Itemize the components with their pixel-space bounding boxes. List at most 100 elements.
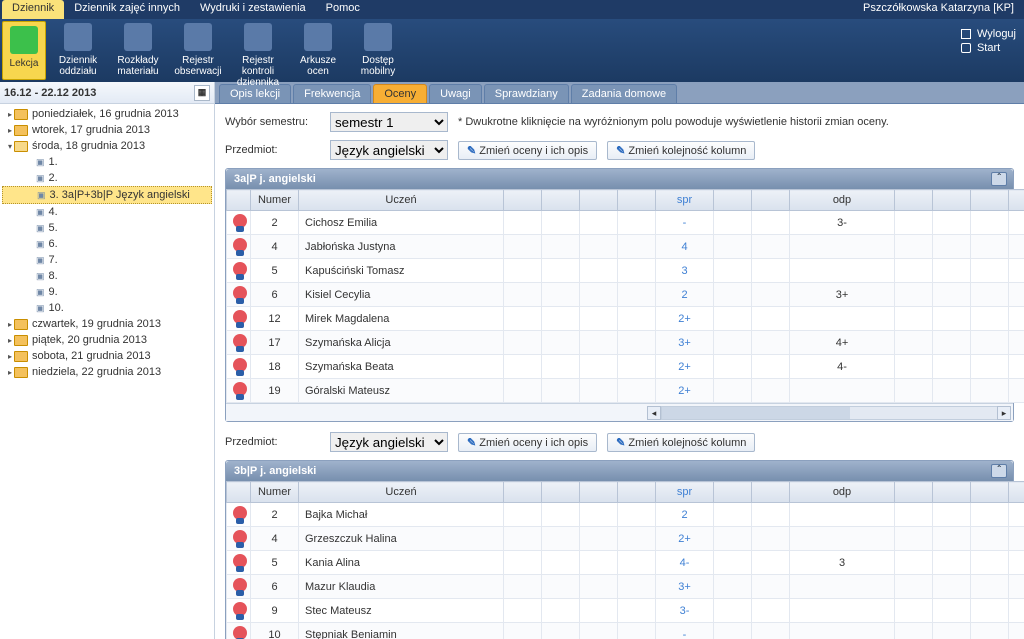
collapse-a-button[interactable]: ˆ bbox=[991, 172, 1007, 186]
grade-row[interactable]: 2Bajka Michał22 bbox=[227, 503, 1024, 527]
menu-pomoc[interactable]: Pomoc bbox=[316, 0, 370, 19]
col-header[interactable] bbox=[1009, 482, 1024, 503]
tab-sprawdziany[interactable]: Sprawdziany bbox=[484, 84, 569, 103]
col-header[interactable] bbox=[933, 482, 971, 503]
ribbon-dziennik-oddziału[interactable]: Dziennikoddziału bbox=[48, 19, 108, 82]
logout-link[interactable]: Wyloguj bbox=[961, 27, 1016, 41]
grade-row[interactable]: 5Kania Alina4-33.38 bbox=[227, 551, 1024, 575]
menu-wydruki-i-zestawienia[interactable]: Wydruki i zestawienia bbox=[190, 0, 316, 19]
tree-day[interactable]: poniedziałek, 16 grudnia 2013 bbox=[2, 106, 212, 122]
col-header[interactable]: Uczeń bbox=[299, 482, 504, 503]
subject-select-b[interactable]: Język angielski bbox=[330, 432, 448, 452]
col-header[interactable] bbox=[542, 190, 580, 211]
col-header[interactable]: Numer bbox=[251, 190, 299, 211]
class-a-grid: NumerUczeńsprodpŚrednia 2Cichosz Emilia-… bbox=[226, 189, 1024, 403]
col-header[interactable] bbox=[618, 482, 656, 503]
semester-label: Wybór semestru: bbox=[225, 116, 320, 128]
col-header[interactable] bbox=[971, 482, 1009, 503]
col-header[interactable] bbox=[933, 190, 971, 211]
grade-row[interactable]: 6Mazur Klaudia3+3.25 bbox=[227, 575, 1024, 599]
col-header[interactable]: spr bbox=[656, 482, 714, 503]
tree-lesson[interactable]: 7. bbox=[2, 252, 212, 268]
grade-row[interactable]: 6Kisiel Cecylia23+2.63 bbox=[227, 283, 1024, 307]
col-header[interactable] bbox=[895, 482, 933, 503]
tab-oceny[interactable]: Oceny bbox=[373, 84, 427, 103]
tab-zadania-domowe[interactable]: Zadania domowe bbox=[571, 84, 677, 103]
collapse-b-button[interactable]: ˆ bbox=[991, 464, 1007, 478]
ribbon-rejestr-obserwacji[interactable]: Rejestrobserwacji bbox=[168, 19, 228, 82]
col-header[interactable] bbox=[227, 190, 251, 211]
col-header[interactable] bbox=[895, 190, 933, 211]
tree-lesson[interactable]: 8. bbox=[2, 268, 212, 284]
grade-row[interactable]: 19Góralski Mateusz2+2.25 bbox=[227, 379, 1024, 403]
grade-row[interactable]: 10Stępniak Beniamin--0.25 bbox=[227, 623, 1024, 639]
col-header[interactable] bbox=[714, 482, 752, 503]
lesson-tabbar: Opis lekcjiFrekwencjaOcenyUwagiSprawdzia… bbox=[215, 82, 1024, 104]
grade-row[interactable]: 18Szymańska Beata2+4-3 bbox=[227, 355, 1024, 379]
col-header[interactable]: odp bbox=[790, 190, 895, 211]
tree-lesson[interactable]: 6. bbox=[2, 236, 212, 252]
ribbon-rejestr-kontroli-dziennika[interactable]: Rejestrkontroli dziennika bbox=[228, 19, 288, 82]
col-header[interactable] bbox=[752, 482, 790, 503]
day-tree: poniedziałek, 16 grudnia 2013wtorek, 17 … bbox=[0, 104, 214, 639]
student-icon bbox=[233, 262, 247, 276]
ribbon-rozkłady-materiału[interactable]: Rozkładymateriału bbox=[108, 19, 168, 82]
semester-select[interactable]: semestr 1 bbox=[330, 112, 448, 132]
col-header[interactable] bbox=[504, 190, 542, 211]
reorder-cols-button-b[interactable]: Zmień kolejność kolumn bbox=[607, 433, 755, 452]
col-header[interactable]: odp bbox=[790, 482, 895, 503]
student-icon bbox=[233, 554, 247, 568]
col-header[interactable]: spr bbox=[656, 190, 714, 211]
class-a-hscroll[interactable]: ◂▸ bbox=[226, 403, 1013, 421]
student-icon bbox=[233, 626, 247, 639]
grade-row[interactable]: 4Jabłońska Justyna44 bbox=[227, 235, 1024, 259]
tree-day[interactable]: środa, 18 grudnia 2013 bbox=[2, 138, 212, 154]
ribbon-lekcja[interactable]: Lekcja bbox=[2, 21, 46, 80]
grade-row[interactable]: 4Grzeszczuk Halina2+2.25 bbox=[227, 527, 1024, 551]
tab-frekwencja[interactable]: Frekwencja bbox=[293, 84, 371, 103]
start-link[interactable]: Start bbox=[961, 41, 1016, 55]
edit-grades-button-a[interactable]: Zmień oceny i ich opis bbox=[458, 141, 597, 160]
tree-day[interactable]: wtorek, 17 grudnia 2013 bbox=[2, 122, 212, 138]
tree-lesson[interactable]: 10. bbox=[2, 300, 212, 316]
grade-row[interactable]: 12Mirek Magdalena2+2.25 bbox=[227, 307, 1024, 331]
grade-row[interactable]: 9Stec Mateusz3-2.75 bbox=[227, 599, 1024, 623]
class-a-header: 3a|P j. angielski ˆ bbox=[226, 169, 1013, 189]
tree-lesson[interactable]: 1. bbox=[2, 154, 212, 170]
tree-day[interactable]: sobota, 21 grudnia 2013 bbox=[2, 348, 212, 364]
col-header[interactable] bbox=[504, 482, 542, 503]
grade-row[interactable]: 5Kapuściński Tomasz33 bbox=[227, 259, 1024, 283]
ribbon-dostęp-mobilny[interactable]: Dostępmobilny bbox=[348, 19, 408, 82]
tree-lesson[interactable]: 9. bbox=[2, 284, 212, 300]
col-header[interactable] bbox=[1009, 190, 1024, 211]
subject-select-a[interactable]: Język angielski bbox=[330, 140, 448, 160]
col-header[interactable] bbox=[580, 482, 618, 503]
tab-uwagi[interactable]: Uwagi bbox=[429, 84, 482, 103]
edit-grades-button-b[interactable]: Zmień oceny i ich opis bbox=[458, 433, 597, 452]
col-header[interactable] bbox=[971, 190, 1009, 211]
col-header[interactable]: Uczeń bbox=[299, 190, 504, 211]
calendar-button[interactable]: ▦ bbox=[194, 85, 210, 101]
tree-day[interactable]: czwartek, 19 grudnia 2013 bbox=[2, 316, 212, 332]
tree-lesson[interactable]: 3. 3a|P+3b|P Język angielski bbox=[2, 186, 212, 204]
tree-day[interactable]: piątek, 20 grudnia 2013 bbox=[2, 332, 212, 348]
col-header[interactable] bbox=[227, 482, 251, 503]
tree-day[interactable]: niedziela, 22 grudnia 2013 bbox=[2, 364, 212, 380]
col-header[interactable] bbox=[580, 190, 618, 211]
col-header[interactable] bbox=[542, 482, 580, 503]
tree-lesson[interactable]: 5. bbox=[2, 220, 212, 236]
col-header[interactable] bbox=[618, 190, 656, 211]
subject-label-b: Przedmiot: bbox=[225, 436, 320, 448]
user-label: Pszczółkowska Katarzyna [KP] bbox=[853, 0, 1024, 19]
reorder-cols-button-a[interactable]: Zmień kolejność kolumn bbox=[607, 141, 755, 160]
tree-lesson[interactable]: 2. bbox=[2, 170, 212, 186]
col-header[interactable]: Numer bbox=[251, 482, 299, 503]
grade-row[interactable]: 17Szymańska Alicja3+4+3.75 bbox=[227, 331, 1024, 355]
col-header[interactable] bbox=[752, 190, 790, 211]
ribbon-arkusze-ocen[interactable]: Arkuszeocen bbox=[288, 19, 348, 82]
col-header[interactable] bbox=[714, 190, 752, 211]
menu-dziennik-zajęć-innych[interactable]: Dziennik zajęć innych bbox=[64, 0, 190, 19]
tree-lesson[interactable]: 4. bbox=[2, 204, 212, 220]
grade-row[interactable]: 2Cichosz Emilia-3-1.25 bbox=[227, 211, 1024, 235]
menu-dziennik[interactable]: Dziennik bbox=[2, 0, 64, 19]
